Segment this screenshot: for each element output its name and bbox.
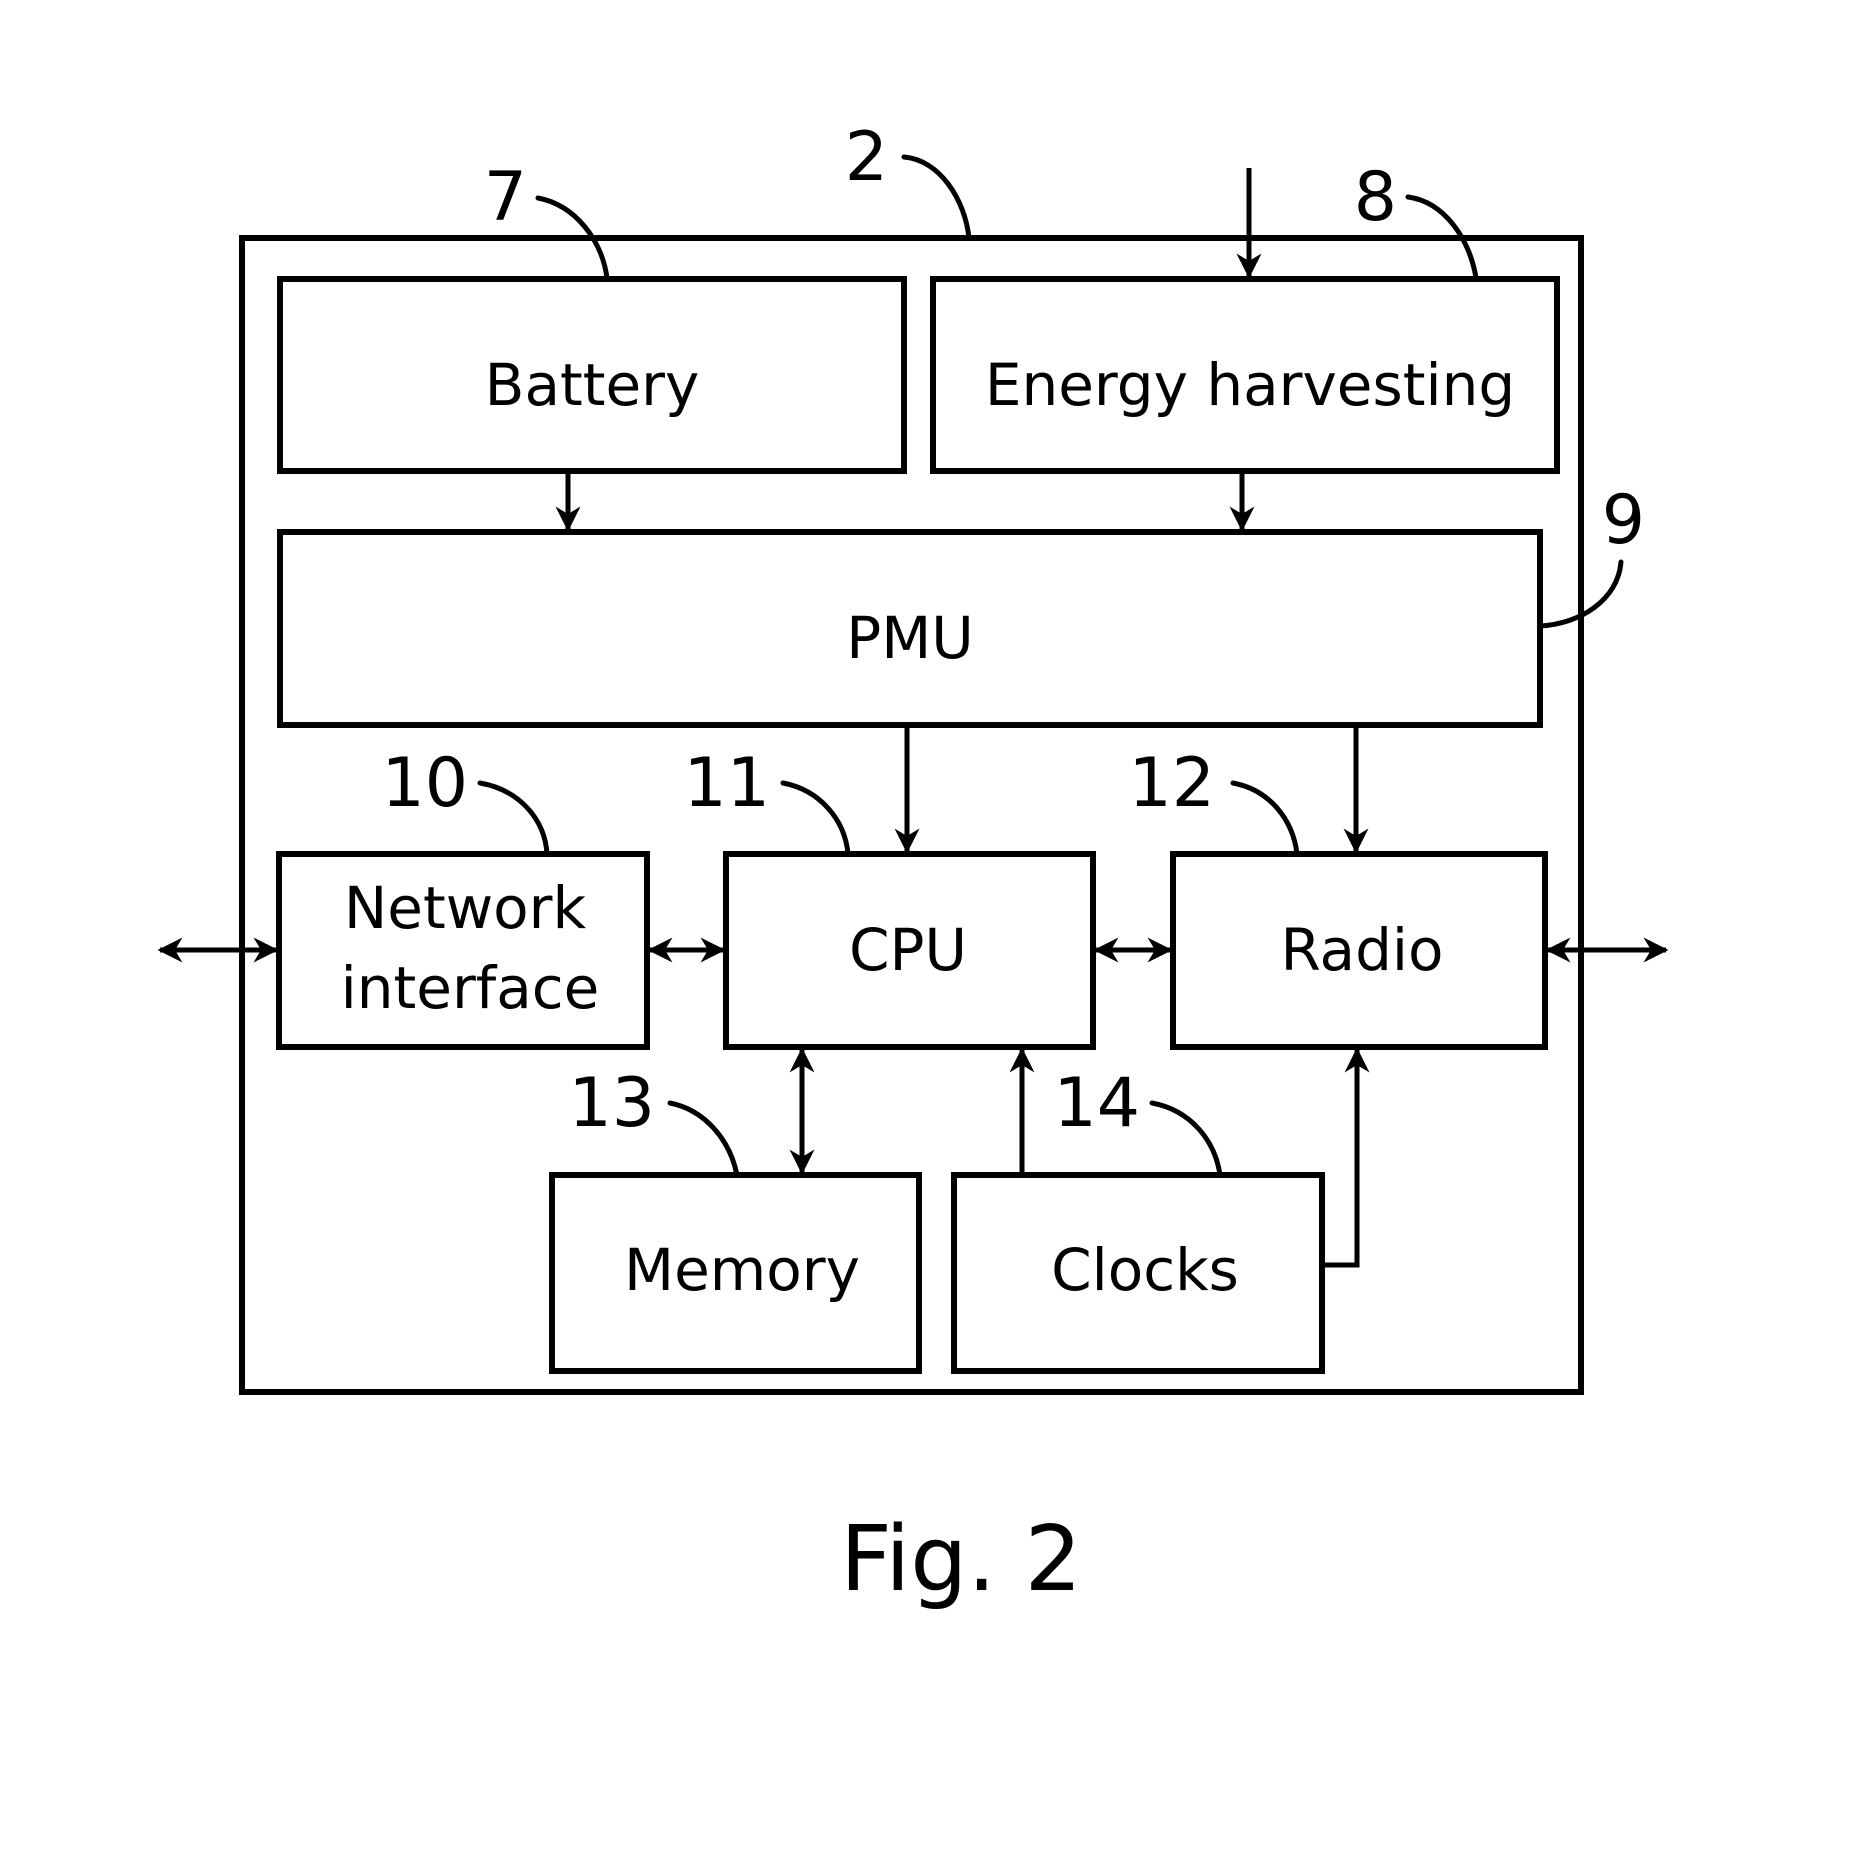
ref-numeral-14: 14 bbox=[1053, 1064, 1140, 1143]
energy-harvesting-block: Energy harvesting bbox=[930, 276, 1560, 474]
ref-numeral-7: 7 bbox=[484, 158, 527, 237]
ref-numeral-8: 8 bbox=[1354, 158, 1397, 237]
leader-line-10 bbox=[477, 780, 550, 857]
memory-block: Memory bbox=[549, 1172, 922, 1374]
cpu-block: CPU bbox=[723, 851, 1096, 1050]
radio-block: Radio bbox=[1170, 851, 1548, 1050]
pmu-label: PMU bbox=[846, 604, 973, 672]
memory-label: Memory bbox=[624, 1236, 860, 1304]
clocks-block: Clocks bbox=[951, 1172, 1325, 1374]
ref-numeral-10: 10 bbox=[381, 744, 468, 823]
figure-caption: Fig. 2 bbox=[840, 1507, 1082, 1612]
block-diagram: Battery Energy harvesting PMU Network in… bbox=[157, 118, 1669, 1612]
clocks-to-radio-arrow bbox=[1322, 1047, 1370, 1268]
network-interface-label-line2: interface bbox=[341, 954, 600, 1022]
ref-numeral-12: 12 bbox=[1128, 744, 1215, 823]
network-interface-label-line1: Network bbox=[344, 874, 587, 942]
leader-line-13 bbox=[667, 1100, 740, 1178]
ref-numeral-2: 2 bbox=[845, 118, 888, 197]
cpu-label: CPU bbox=[849, 916, 967, 984]
pmu-block: PMU bbox=[277, 529, 1543, 728]
ref-numeral-9: 9 bbox=[1602, 481, 1645, 560]
radio-label: Radio bbox=[1281, 916, 1444, 984]
clocks-label: Clocks bbox=[1051, 1236, 1239, 1304]
leader-line-11 bbox=[780, 780, 851, 857]
leader-line-2 bbox=[901, 154, 972, 241]
ref-numeral-13: 13 bbox=[568, 1064, 655, 1143]
network-interface-block: Network interface bbox=[276, 851, 650, 1050]
ref-numeral-11: 11 bbox=[683, 744, 770, 823]
energy-harvesting-label: Energy harvesting bbox=[985, 351, 1515, 419]
battery-block: Battery bbox=[277, 276, 907, 474]
battery-label: Battery bbox=[485, 351, 700, 419]
leader-line-12 bbox=[1230, 780, 1300, 857]
leader-line-14 bbox=[1149, 1100, 1223, 1178]
